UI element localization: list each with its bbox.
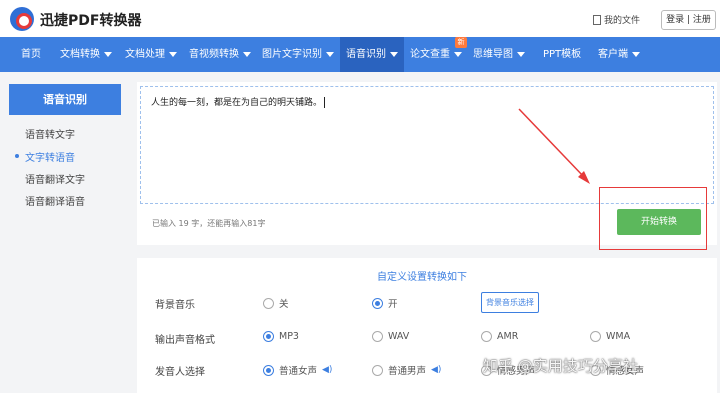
radio-button[interactable] [263,364,274,376]
option-label: WAV [388,331,410,342]
voice-option-female[interactable]: 普通女声 ◀) [263,363,332,377]
radio-button[interactable] [263,297,274,309]
background-music-off-option[interactable]: 关 [263,296,289,310]
option-label: 普通女声 [279,366,318,377]
output-format-label: 输出声音格式 [155,335,215,346]
watermark: 知乎 @实用技巧分享社 [483,357,638,375]
radio-button[interactable] [481,331,492,342]
option-label: WMA [606,331,631,342]
format-option-amr[interactable]: AMR [481,331,518,342]
option-label: 关 [279,299,289,310]
option-label: 普通男声 [388,366,427,377]
format-option-mp3[interactable]: MP3 [263,331,299,342]
radio-button[interactable] [372,364,383,376]
format-option-wav[interactable]: WAV [372,331,409,342]
speaker-icon[interactable]: ◀) [431,365,441,375]
voice-select-label: 发音人选择 [155,367,205,378]
radio-button[interactable] [372,297,383,309]
background-music-select-button[interactable]: 背景音乐选择 [481,292,539,313]
format-option-wma[interactable]: WMA [590,331,630,342]
background-music-label: 背景音乐 [155,300,195,311]
radio-button[interactable] [372,331,383,342]
background-music-on-option[interactable]: 开 [372,296,398,310]
radio-button[interactable] [263,331,274,342]
radio-button[interactable] [590,331,601,342]
speaker-icon[interactable]: ◀) [322,365,332,375]
option-label: MP3 [279,331,299,342]
voice-option-male[interactable]: 普通男声 ◀) [372,363,441,377]
option-label: AMR [497,331,519,342]
settings-title: 自定义设置转换如下 [377,272,467,283]
option-label: 开 [388,299,398,310]
